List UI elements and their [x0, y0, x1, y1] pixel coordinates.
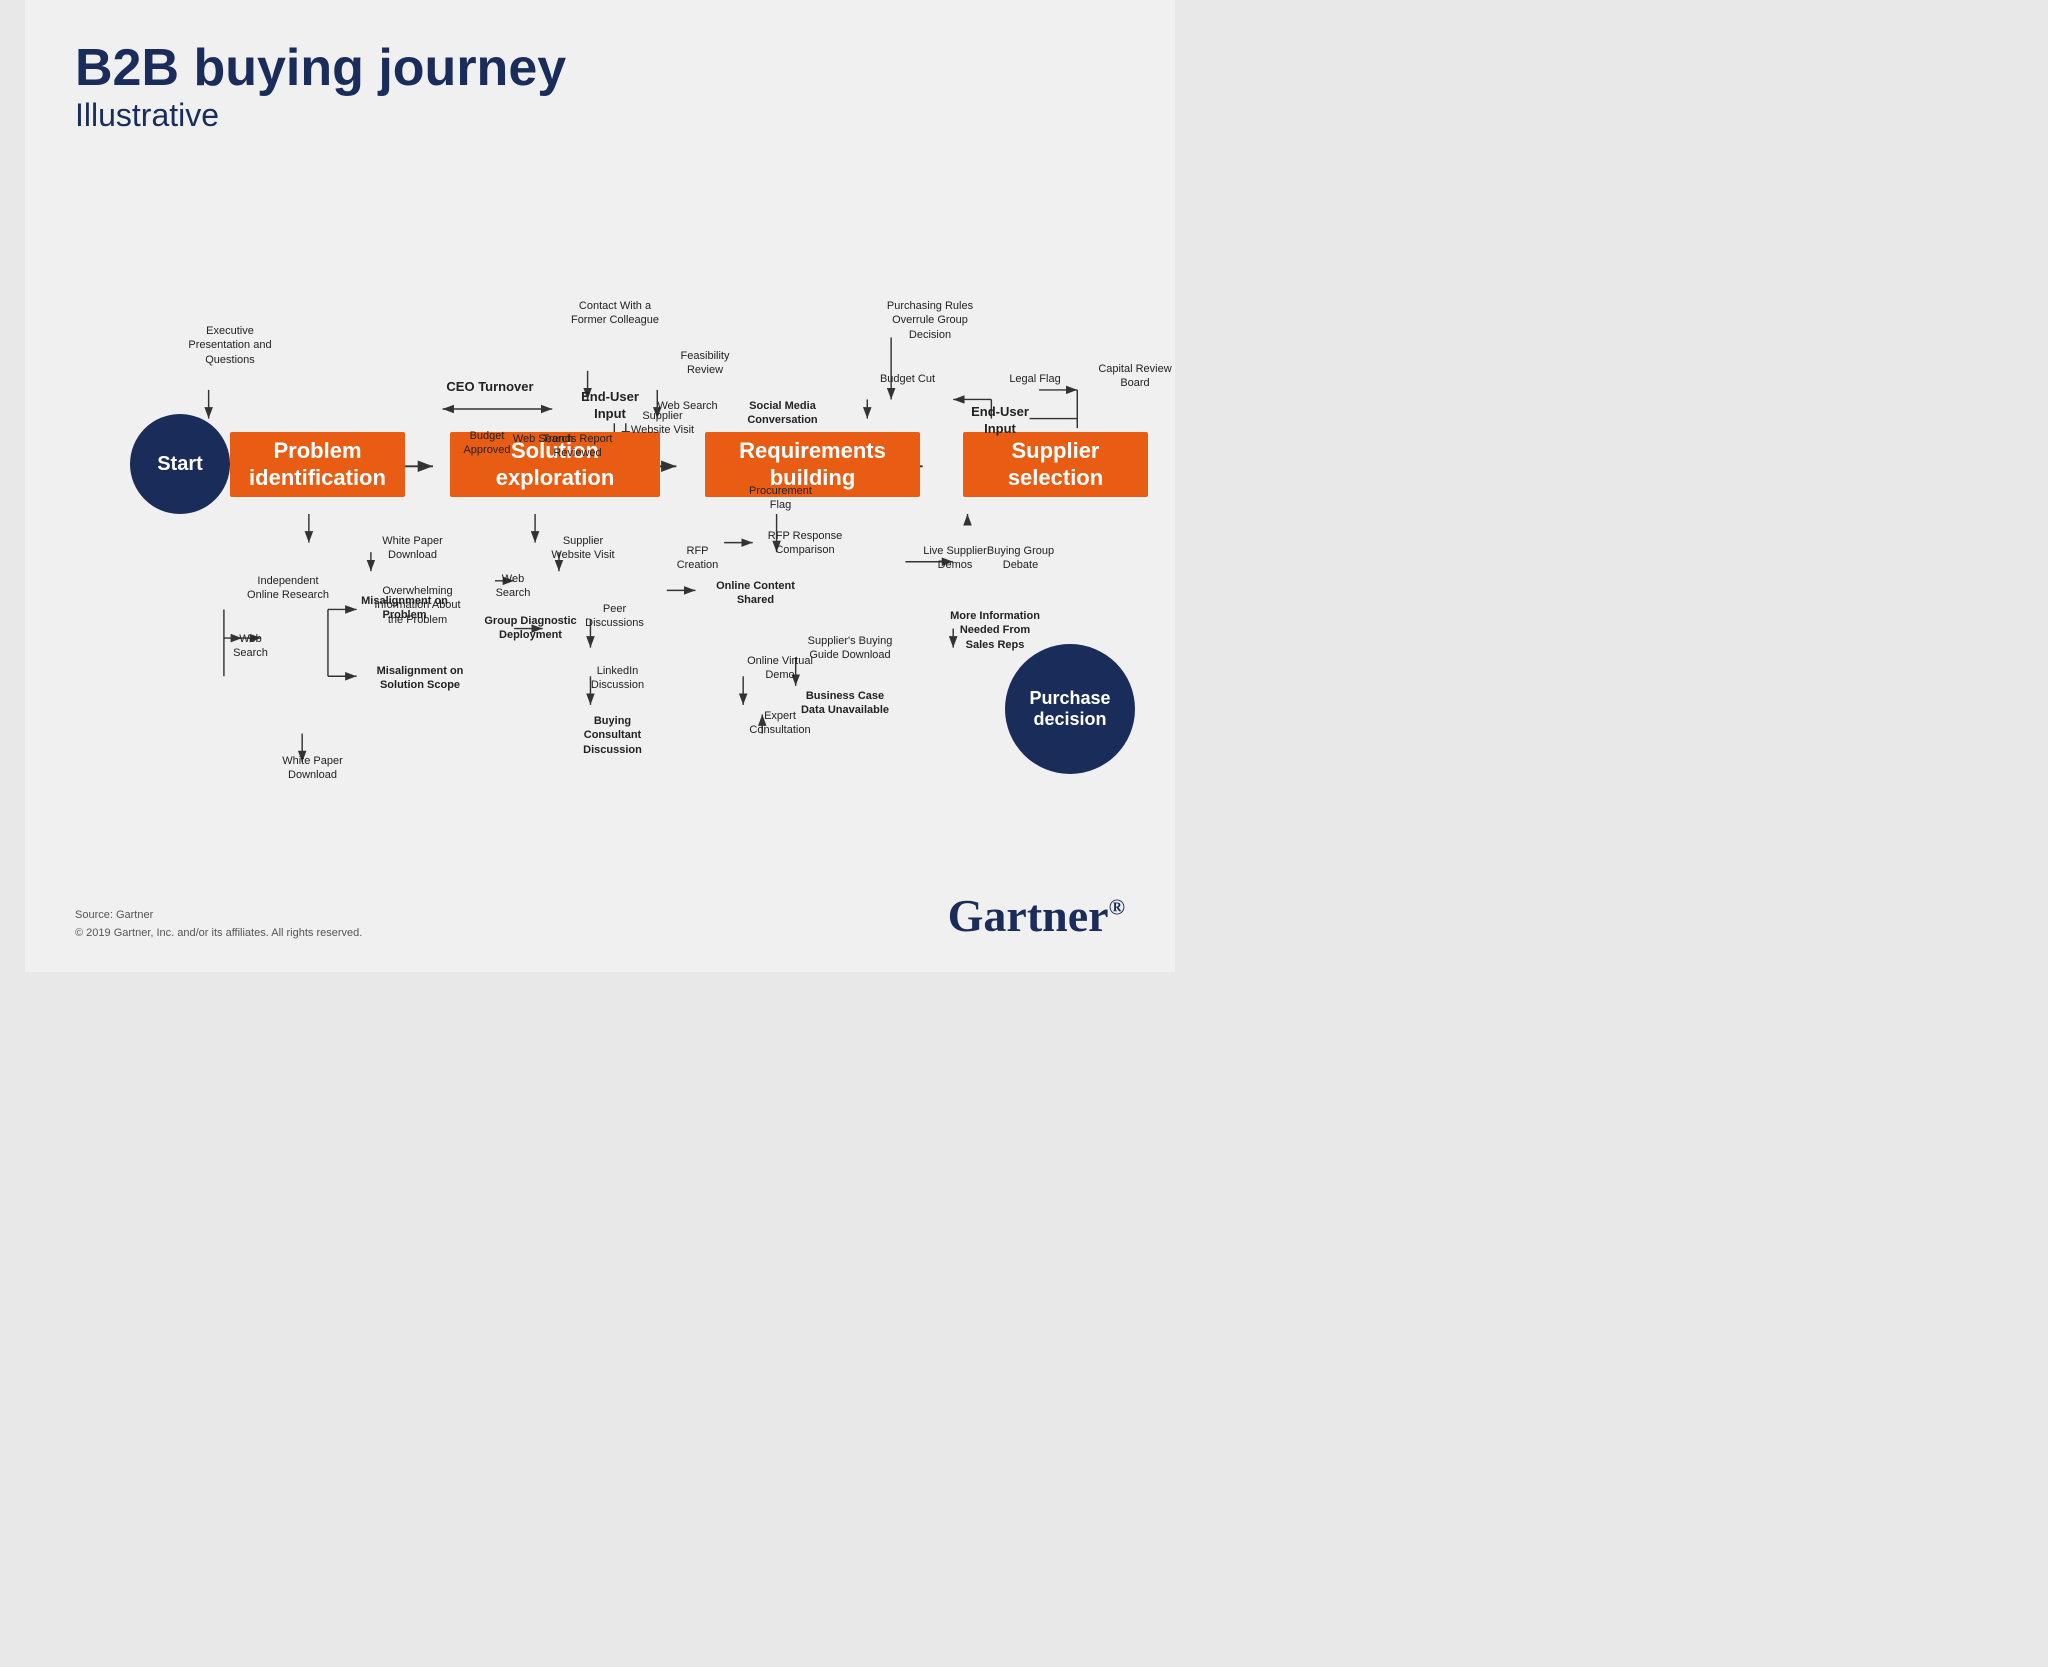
diagram: Start Problem identification Solution ex…	[75, 154, 1125, 874]
annotation-rfp-response: RFP Response Comparison	[760, 529, 850, 558]
title-main: B2B buying journey	[75, 40, 1125, 97]
title-sub: Illustrative	[75, 97, 1125, 134]
annotation-executive: Executive Presentation and Questions	[175, 324, 285, 367]
annotation-budget-cut: Budget Cut	[875, 372, 940, 386]
annotation-group-diagnostic: Group Diagnostic Deployment	[483, 614, 578, 643]
annotation-trends: Trends Report Reviewed	[535, 432, 620, 461]
annotation-procurement-flag: Procurement Flag	[743, 484, 818, 513]
annotation-supplier-visit-below: Supplier Website Visit	[543, 534, 623, 563]
stage-problem: Problem identification	[230, 432, 405, 497]
start-circle: Start	[130, 414, 230, 514]
annotation-web-search-prob: Web Search	[223, 632, 278, 661]
annotation-capital-review: Capital Review Board	[1095, 362, 1175, 391]
annotation-buying-group-debate: Buying Group Debate	[983, 544, 1058, 573]
footer-source: Source: Gartner © 2019 Gartner, Inc. and…	[75, 907, 362, 942]
annotation-feasibility: Feasibility Review	[665, 349, 745, 378]
annotation-peer-discussions: Peer Discussions	[577, 602, 652, 631]
purchase-circle: Purchase decision	[1005, 644, 1135, 774]
slide: B2B buying journey Illustrative	[25, 0, 1175, 972]
annotation-linkedin: LinkedIn Discussion	[580, 664, 655, 693]
annotation-legal-flag: Legal Flag	[1005, 372, 1065, 386]
arrows-svg	[75, 154, 1125, 874]
annotation-rfp-creation: RFP Creation	[665, 544, 730, 573]
annotation-misalign-solution: Misalignment on Solution Scope	[370, 664, 470, 693]
annotation-contact: Contact With a Former Colleague	[565, 299, 665, 328]
annotation-overwhelming: Overwhelming Information About the Probl…	[370, 584, 465, 627]
annotation-online-content: Online Content Shared	[713, 579, 798, 608]
annotation-buying-consultant: Buying Consultant Discussion	[565, 714, 660, 757]
annotation-white-paper-bottom: White Paper Download	[270, 754, 355, 783]
footer: Source: Gartner © 2019 Gartner, Inc. and…	[75, 889, 1125, 942]
annotation-independent-research: Independent Online Research	[243, 574, 333, 603]
annotation-end-user-input-right: End-User Input	[955, 404, 1045, 438]
annotation-ceo: CEO Turnover	[445, 379, 535, 396]
annotation-more-info: More Information Needed From Sales Reps	[945, 609, 1045, 652]
annotation-business-case: Business Case Data Unavailable	[795, 689, 895, 718]
annotation-white-paper-top: White Paper Download	[370, 534, 455, 563]
annotation-social-media: Social Media Conversation	[735, 399, 830, 428]
annotation-buying-guide: Supplier's Buying Guide Download	[805, 634, 895, 663]
annotation-supplier-visit-above: Supplier Website Visit	[625, 409, 700, 438]
stage-supplier: Supplier selection	[963, 432, 1148, 497]
annotation-web-search-sol-below: Web Search	[483, 572, 543, 601]
annotation-purchasing-rules: Purchasing Rules Overrule Group Decision	[875, 299, 985, 342]
gartner-logo: Gartner®	[948, 889, 1125, 942]
